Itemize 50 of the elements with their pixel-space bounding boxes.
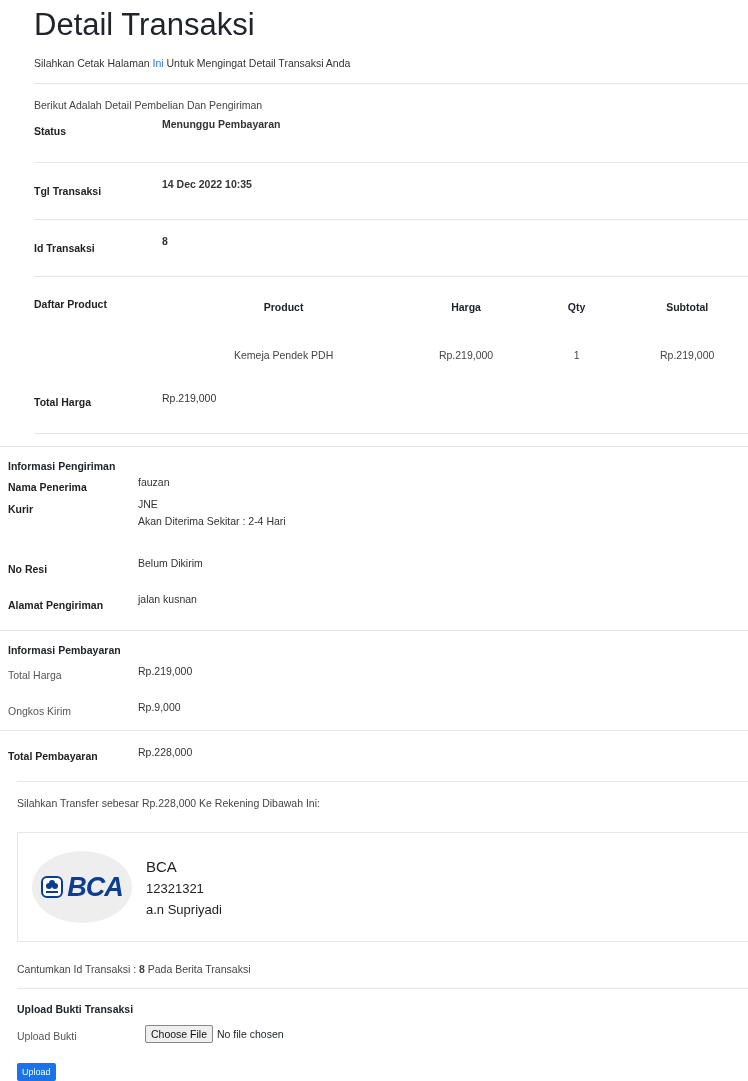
payment-value: Rp.219,000 [138,664,193,679]
shipping-label: Kurir [8,502,35,517]
detail-label: Status [34,124,68,139]
choose-file-button[interactable]: Choose File [145,1025,214,1043]
detail-label: Tgl Transaksi [34,184,103,199]
print-instruction: Silahkan Cetak Halaman Ini Untuk Mengingat Detail Transaksi Anda [34,56,352,70]
shipping-value: fauzan [138,475,170,490]
upload-button[interactable]: Upload [17,1063,56,1081]
print-link[interactable]: Ini [152,57,164,69]
intro-text: Berikut Adalah Detail Pembelian Dan Pengiriman [34,98,264,112]
detail-value: Menunggu Pembayaran [162,117,281,132]
account-holder: a.n Supriyadi [146,901,222,917]
table-header: Subtotal [665,301,710,315]
section-title: Informasi Pembayaran [8,643,122,658]
file-status: No file chosen [217,1028,284,1040]
detail-label: Total Harga [34,395,92,410]
detail-label: Id Transaksi [34,241,96,256]
payment-label: Ongkos Kirim [8,704,72,719]
table-cell-text: Rp.219,000 [437,349,495,363]
shipping-label: Nama Penerima [8,480,88,495]
shipping-value: JNE [138,497,159,512]
payment-label: Total Harga [8,668,63,683]
reference-instruction: Cantumkan Id Transaksi : 8 Pada Berita Transaksi [16,962,252,977]
detail-value: 8 [162,234,168,249]
bank-logo: BCA [32,851,132,923]
shipping-value: Akan Diterima Sekitar : 2-4 Hari [138,514,286,529]
shipping-label: No Resi [8,562,49,577]
table-header: Harga [450,301,482,315]
table-header: Product [262,301,305,315]
detail-value: 14 Dec 2022 10:35 [162,177,252,192]
table-cell-text: Rp.219,000 [659,349,716,363]
emblem-icon [41,876,64,898]
upload-label: Upload Bukti [17,1029,78,1043]
section-title: Informasi Pengiriman [8,459,117,474]
detail-label: Daftar Product [34,297,108,312]
account-number: 12321321 [146,880,205,896]
table-cell-text: 1 [572,349,581,363]
transfer-instruction: Silahkan Transfer sebesar Rp.228,000 Ke Rekening Dibawah Ini: [16,796,321,811]
shipping-value: Belum Dikirim [138,556,203,571]
payment-value: Rp.228,000 [138,745,193,760]
payment-label: Total Pembayaran [8,749,99,764]
shipping-label: Alamat Pengiriman [8,598,105,613]
table-cell-text: Kemeja Pendek PDH [233,349,335,363]
section-title: Upload Bukti Transaksi [17,1002,135,1017]
payment-value: Rp.9,000 [138,700,181,715]
bank-name: BCA [146,857,178,875]
detail-value: Rp.219,000 [162,391,217,406]
page-title: Detail Transaksi [34,6,256,44]
shipping-value: jalan kusnan [138,592,197,607]
table-header: Qty [566,301,587,315]
